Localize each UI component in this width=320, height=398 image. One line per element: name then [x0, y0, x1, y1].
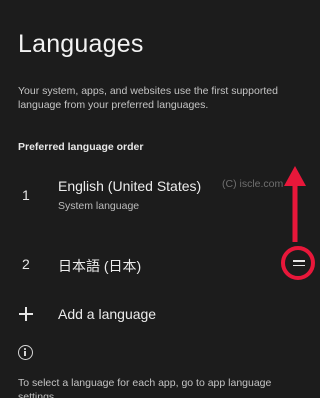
app-language-hint: To select a language for each app, go to… — [18, 377, 272, 398]
page-description: Your system, apps, and websites use the … — [18, 85, 278, 111]
languages-screen: Languages Your system, apps, and website… — [0, 0, 320, 398]
page-title: Languages — [18, 30, 144, 58]
arrow-up-annotation — [284, 166, 306, 242]
preferred-language-header: Preferred language order — [18, 141, 144, 153]
highlight-circle-annotation — [281, 246, 315, 280]
language-name: English (United States) — [58, 178, 202, 194]
language-order-number: 1 — [22, 187, 30, 203]
language-order-number: 2 — [22, 256, 30, 272]
watermark: (C) iscle.com — [222, 178, 284, 190]
language-name: 日本語 (日本) — [58, 258, 142, 274]
add-language-button[interactable]: Add a language — [0, 300, 320, 330]
add-language-label: Add a language — [58, 306, 157, 322]
language-subtitle: System language — [58, 200, 140, 212]
plus-icon — [18, 306, 34, 322]
info-icon — [18, 345, 33, 360]
language-item-japanese[interactable]: 2 日本語 (日本) — [0, 246, 320, 280]
